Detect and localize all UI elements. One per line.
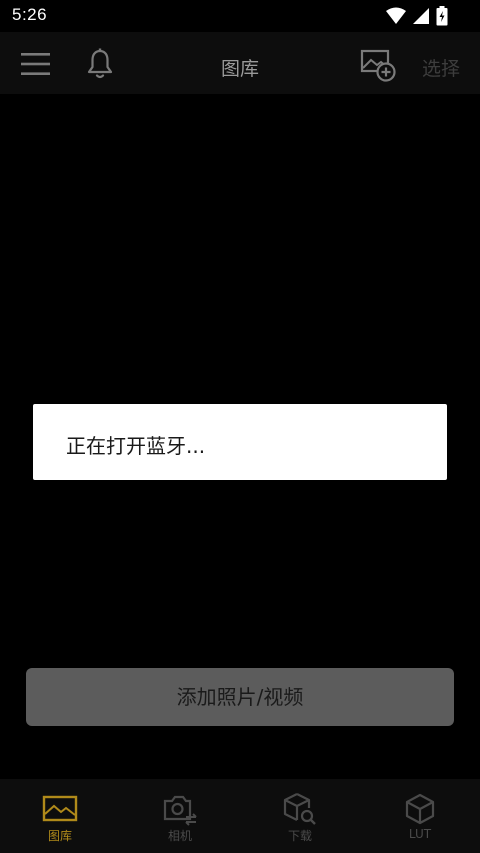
- page-title: 图库: [220, 58, 259, 80]
- wifi-icon: [386, 7, 406, 24]
- add-image-icon[interactable]: [360, 48, 398, 84]
- screen: 5:26 图库 选择 正在打开蓝牙... 添加照片/视频 图库 相机 下载 LU…: [0, 0, 480, 853]
- nav-label-lut: LUT: [408, 827, 432, 841]
- signal-icon: [413, 8, 429, 24]
- nav-label-camera: 相机: [167, 829, 192, 843]
- nav-item-gallery[interactable]: 图库: [0, 779, 120, 853]
- nav-item-lut[interactable]: LUT: [360, 779, 480, 853]
- nav-label-download: 下载: [287, 829, 312, 843]
- progress-dialog: 正在打开蓝牙...: [33, 404, 447, 480]
- status-time: 5:26: [12, 5, 48, 24]
- status-bar: 5:26: [0, 0, 480, 32]
- status-icons: [386, 6, 448, 26]
- bottom-nav: 图库 相机 下载 LUT: [0, 779, 480, 853]
- box-search-icon: [283, 793, 316, 825]
- app-bar: 图库 选择: [0, 32, 480, 94]
- nav-item-camera[interactable]: 相机: [120, 779, 240, 853]
- add-media-button[interactable]: 添加照片/视频: [26, 668, 454, 726]
- battery-charging-icon: [436, 6, 448, 26]
- select-button[interactable]: 选择: [422, 54, 460, 81]
- cube-icon: [405, 793, 435, 825]
- nav-label-gallery: 图库: [47, 829, 72, 843]
- gallery-icon: [42, 795, 78, 822]
- camera-switch-icon: [163, 795, 197, 826]
- dialog-message: 正在打开蓝牙...: [66, 434, 206, 458]
- nav-item-download[interactable]: 下载: [240, 779, 360, 853]
